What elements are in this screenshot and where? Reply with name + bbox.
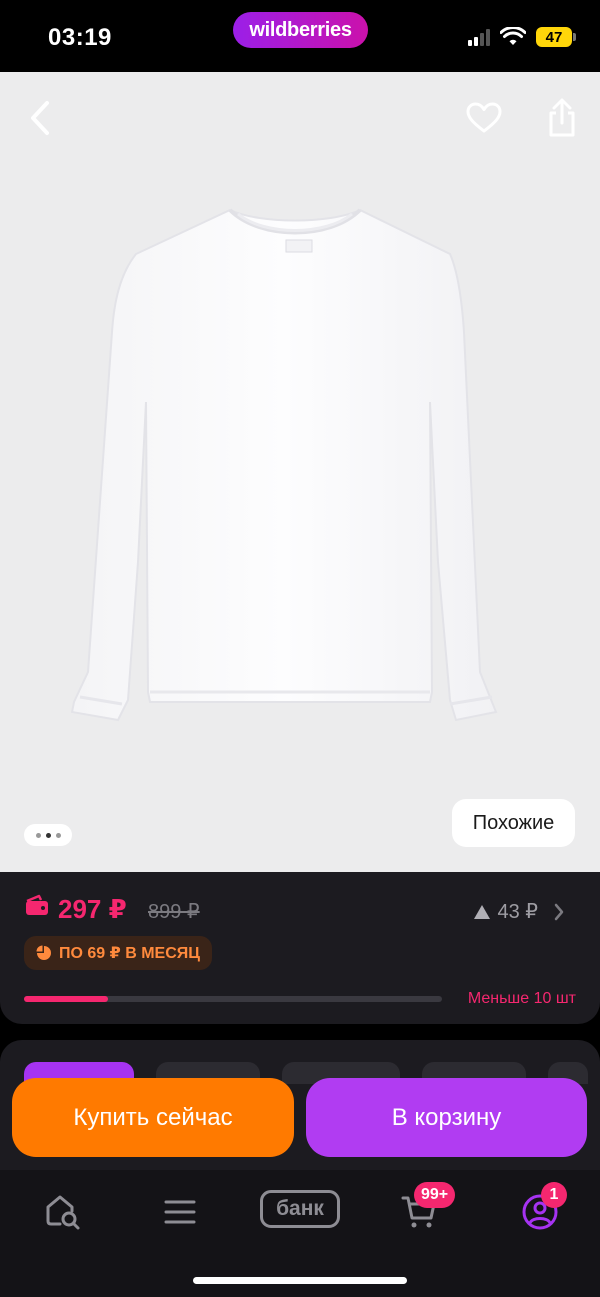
triangle-up-icon [474,904,491,919]
status-icons: 47 [468,24,576,50]
installment-badge[interactable]: ПО 69 ₽ В МЕСЯЦ [24,936,212,970]
add-to-cart-button[interactable]: В корзину [306,1078,587,1157]
status-bar: 03:19 wildberries 47 [0,0,600,72]
price-history-link[interactable]: 43 ₽ [473,899,564,924]
pie-icon [36,945,51,960]
status-time: 03:19 [48,24,112,51]
menu-icon [164,1200,196,1224]
stock-progress-fill [24,996,108,1002]
home-indicator [193,1277,407,1284]
chevron-right-icon [554,903,564,920]
back-button[interactable] [20,96,60,140]
tab-bank[interactable]: банк [260,1190,340,1228]
product-gallery[interactable]: Похожие [0,72,600,872]
cart-count-badge: 99+ [414,1182,456,1208]
home-search-icon [46,1195,80,1230]
gallery-pagination [24,824,72,846]
heart-icon [466,102,502,133]
stock-label: Меньше 10 шт [467,990,576,1007]
tab-home[interactable] [38,1188,86,1236]
battery-indicator: 47 [536,27,576,47]
wifi-icon [500,27,526,45]
installment-label: ПО 69 ₽ В МЕСЯЦ [59,945,200,962]
brand-pill[interactable]: wildberries [233,12,368,48]
back-icon [31,101,49,135]
current-price: 297 ₽ [58,894,127,924]
old-price: 899 ₽ [148,901,200,923]
favorite-button[interactable] [462,96,506,140]
price-change-value: 43 ₽ [497,901,538,923]
stock-progress-bar [24,996,442,1002]
price-card: 297 ₽ 899 ₽ 43 ₽ ПО 69 ₽ В МЕСЯЦ Меньше … [0,872,600,1024]
wallet-icon [26,894,48,915]
similar-button[interactable]: Похожие [452,799,575,847]
signal-icon [468,28,490,46]
gallery-dot [35,832,41,838]
tab-catalog[interactable] [156,1188,204,1236]
share-button[interactable] [540,94,584,142]
profile-notification-badge: 1 [541,1182,567,1208]
product-image[interactable] [60,202,540,802]
share-icon [549,98,575,137]
buy-now-button[interactable]: Купить сейчас [12,1078,294,1157]
gallery-dot [55,832,61,838]
gallery-dot-active [45,832,51,838]
